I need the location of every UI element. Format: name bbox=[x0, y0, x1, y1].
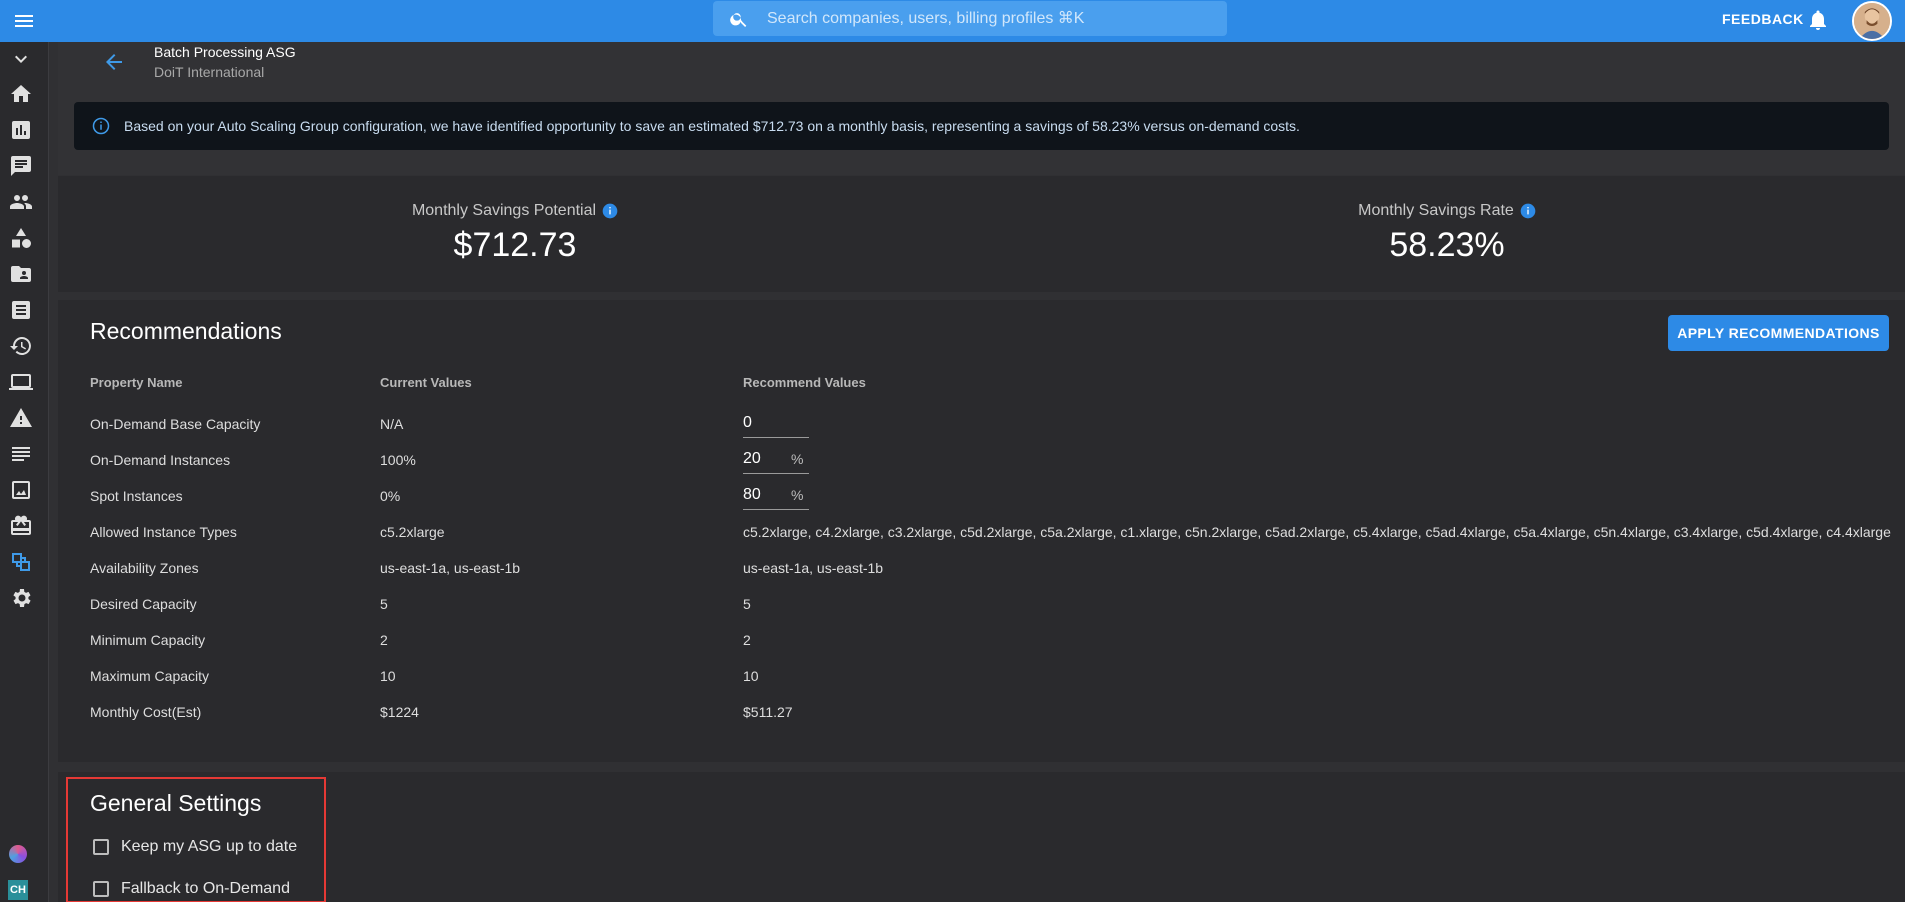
asg-customer: DoiT International bbox=[154, 64, 265, 80]
savings-potential-stat: Monthly Savings Potential $712.73 bbox=[310, 202, 720, 265]
people-icon[interactable] bbox=[9, 190, 33, 214]
ch-badge[interactable]: CH bbox=[8, 880, 28, 900]
info-message: Based on your Auto Scaling Group configu… bbox=[124, 118, 1300, 134]
recommended-value-input[interactable] bbox=[743, 446, 779, 472]
row-current-value: 100% bbox=[380, 452, 416, 468]
info-icon[interactable] bbox=[1520, 203, 1536, 219]
general-settings-title: General Settings bbox=[90, 790, 262, 816]
row-current-value: us-east-1a, us-east-1b bbox=[380, 560, 521, 576]
row-recommended-value: 5 bbox=[743, 596, 751, 612]
chevron-down-icon[interactable] bbox=[9, 47, 33, 71]
warning-icon[interactable] bbox=[9, 406, 33, 430]
search-input[interactable] bbox=[767, 1, 1207, 36]
savings-info-alert: Based on your Auto Scaling Group configu… bbox=[74, 102, 1889, 150]
row-current-value: c5.2xlarge bbox=[380, 524, 445, 540]
checkbox-icon[interactable] bbox=[93, 881, 109, 897]
search-icon bbox=[729, 9, 749, 29]
chat-icon[interactable] bbox=[9, 154, 33, 178]
row-current-value: 5 bbox=[380, 596, 388, 612]
row-recommended-value: c5.2xlarge, c4.2xlarge, c3.2xlarge, c5d.… bbox=[743, 524, 1891, 540]
keep-asg-updated-checkbox[interactable]: Keep my ASG up to date bbox=[91, 835, 301, 859]
row-property-name: Availability Zones bbox=[90, 560, 199, 576]
back-arrow-icon[interactable] bbox=[102, 50, 126, 74]
row-property-name: On-Demand Instances bbox=[90, 452, 231, 468]
info-icon bbox=[92, 117, 110, 135]
recommended-value-input[interactable] bbox=[743, 482, 779, 508]
spot-icon[interactable] bbox=[9, 550, 33, 574]
row-property-name: Desired Capacity bbox=[90, 596, 197, 612]
feedback-button[interactable]: FEEDBACK bbox=[1722, 11, 1804, 27]
savings-rate-stat: Monthly Savings Rate 58.23% bbox=[1242, 202, 1652, 265]
global-search[interactable] bbox=[713, 1, 1227, 36]
row-recommended-value: 2 bbox=[743, 632, 751, 648]
savings-potential-label: Monthly Savings Potential bbox=[411, 202, 597, 219]
asg-title: Batch Processing ASG bbox=[154, 44, 296, 60]
row-property-name: Allowed Instance Types bbox=[90, 524, 237, 540]
row-current-value: 2 bbox=[380, 632, 388, 648]
row-property-name: Maximum Capacity bbox=[90, 668, 210, 684]
savings-potential-value: $712.73 bbox=[453, 226, 577, 264]
home-icon[interactable] bbox=[9, 82, 33, 106]
row-recommended-value: 10 bbox=[743, 668, 759, 684]
shapes-icon[interactable] bbox=[9, 226, 33, 250]
row-current-value: N/A bbox=[380, 416, 404, 432]
recommended-value-field[interactable] bbox=[743, 410, 809, 438]
percent-suffix: % bbox=[791, 451, 804, 467]
column-header-current: Current Values bbox=[380, 375, 472, 390]
row-property-name: Minimum Capacity bbox=[90, 632, 206, 648]
savings-rate-label: Monthly Savings Rate bbox=[1358, 202, 1514, 219]
row-recommended-value: $511.27 bbox=[743, 704, 793, 720]
general-settings-card bbox=[58, 772, 1905, 902]
folder-icon[interactable] bbox=[9, 262, 33, 286]
row-current-value: 0% bbox=[380, 488, 401, 504]
row-recommended-value: us-east-1a, us-east-1b bbox=[743, 560, 884, 576]
image-icon[interactable] bbox=[9, 478, 33, 502]
chart-icon[interactable] bbox=[9, 118, 33, 142]
recommended-value-field[interactable]: % bbox=[743, 482, 809, 510]
row-current-value: $1224 bbox=[380, 704, 419, 720]
app-logo-icon[interactable] bbox=[9, 845, 27, 863]
info-icon[interactable] bbox=[602, 203, 618, 219]
list-icon[interactable] bbox=[9, 442, 33, 466]
gear-icon[interactable] bbox=[9, 586, 33, 610]
notifications-bell-icon[interactable] bbox=[1806, 8, 1830, 32]
fallback-on-demand-checkbox[interactable]: Fallback to On-Demand bbox=[91, 877, 301, 901]
row-property-name: On-Demand Base Capacity bbox=[90, 416, 261, 432]
row-current-value: 10 bbox=[380, 668, 396, 684]
receipt-icon[interactable] bbox=[9, 298, 33, 322]
percent-suffix: % bbox=[791, 487, 804, 503]
recommended-value-input[interactable] bbox=[743, 410, 779, 436]
top-app-bar: FEEDBACK bbox=[0, 0, 1905, 42]
column-header-property: Property Name bbox=[90, 375, 183, 390]
checkbox-icon[interactable] bbox=[93, 839, 109, 855]
recommended-value-field[interactable]: % bbox=[743, 446, 809, 474]
savings-rate-value: 58.23% bbox=[1389, 226, 1505, 264]
hamburger-menu-icon[interactable] bbox=[12, 9, 36, 33]
sidebar-nav: CH bbox=[0, 42, 49, 902]
checkbox-label: Fallback to On-Demand bbox=[121, 880, 290, 897]
gift-icon[interactable] bbox=[9, 514, 33, 538]
row-property-name: Spot Instances bbox=[90, 488, 183, 504]
recommendations-title: Recommendations bbox=[90, 318, 282, 344]
column-header-recommended: Recommend Values bbox=[743, 375, 866, 390]
checkbox-label: Keep my ASG up to date bbox=[121, 838, 298, 855]
laptop-icon[interactable] bbox=[9, 370, 33, 394]
history-icon[interactable] bbox=[9, 334, 33, 358]
user-avatar[interactable] bbox=[1852, 1, 1892, 41]
row-property-name: Monthly Cost(Est) bbox=[90, 704, 202, 720]
apply-recommendations-button[interactable]: APPLY RECOMMENDATIONS bbox=[1668, 315, 1889, 351]
